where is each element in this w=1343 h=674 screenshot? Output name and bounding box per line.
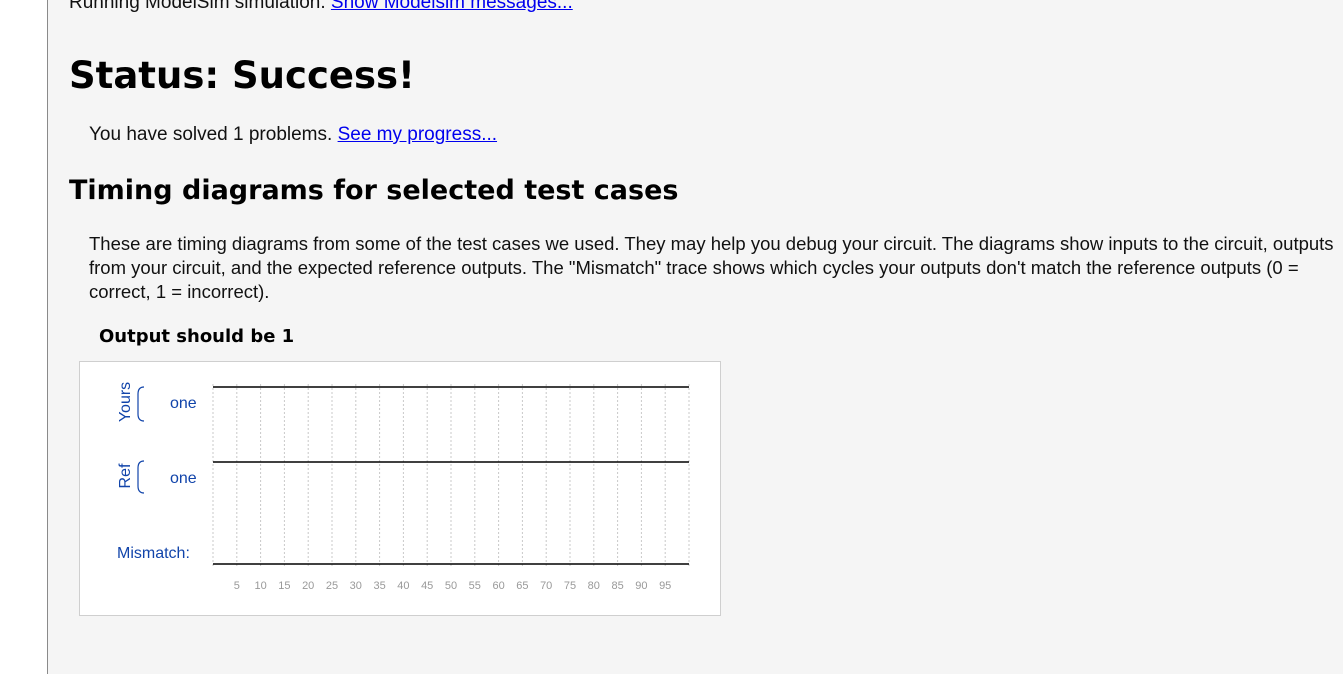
- x-tick-label: 30: [350, 580, 362, 592]
- timing-diagram-svg: Yours Ref one one Mismatch: 5 10 15 20 25 30 3…: [117, 382, 690, 592]
- x-tick-label: 40: [397, 580, 409, 592]
- timing-diagrams-heading: Timing diagrams for selected test cases: [69, 175, 679, 206]
- x-tick-label: 65: [516, 580, 528, 592]
- mismatch-label: Mismatch:: [117, 545, 190, 562]
- progress-line: You have solved 1 problems. See my progr…: [89, 124, 497, 146]
- x-tick-label: 20: [302, 580, 314, 592]
- x-tick-label: 95: [659, 580, 671, 592]
- status-title: Status: Success!: [69, 54, 415, 97]
- x-tick-label: 45: [421, 580, 433, 592]
- simulation-status-line: Running ModelSim simulation. Show Models…: [69, 0, 573, 14]
- x-tick-label: 25: [326, 580, 338, 592]
- x-axis-ticks: 5 10 15 20 25 30 35 40 45 50 55 60 65 70 75 80 85 90 95: [234, 580, 672, 592]
- x-tick-label: 85: [611, 580, 623, 592]
- x-tick-label: 75: [564, 580, 576, 592]
- see-my-progress-link[interactable]: See my progress...: [338, 124, 497, 145]
- simulation-text: Running ModelSim simulation.: [69, 0, 326, 13]
- x-tick-label: 15: [278, 580, 290, 592]
- x-tick-label: 90: [635, 580, 647, 592]
- group-label-yours: Yours: [117, 382, 134, 422]
- diagram-grid: [212, 384, 690, 566]
- timing-description: These are timing diagrams from some of t…: [89, 233, 1334, 302]
- x-tick-label: 50: [445, 580, 457, 592]
- x-tick-label: 5: [234, 580, 240, 592]
- test-case-title: Output should be 1: [99, 326, 295, 347]
- signal-label-yours: one: [170, 395, 197, 412]
- group-label-ref: Ref: [117, 463, 134, 488]
- x-tick-label: 60: [492, 580, 504, 592]
- timing-diagram: Yours Ref one one Mismatch: 5 10 15 20 25 30 3…: [79, 361, 721, 616]
- x-tick-label: 70: [540, 580, 552, 592]
- bracket-ref: [137, 460, 145, 494]
- x-tick-label: 55: [469, 580, 481, 592]
- x-tick-label: 10: [254, 580, 266, 592]
- solved-count-text: You have solved 1 problems.: [89, 124, 333, 145]
- x-tick-label: 35: [373, 580, 385, 592]
- x-tick-label: 80: [588, 580, 600, 592]
- content-panel: Running ModelSim simulation. Show Models…: [47, 0, 1343, 674]
- bracket-yours: [137, 386, 145, 422]
- signal-label-ref: one: [170, 470, 197, 487]
- show-modelsim-messages-link[interactable]: Show Modelsim messages...: [331, 0, 573, 13]
